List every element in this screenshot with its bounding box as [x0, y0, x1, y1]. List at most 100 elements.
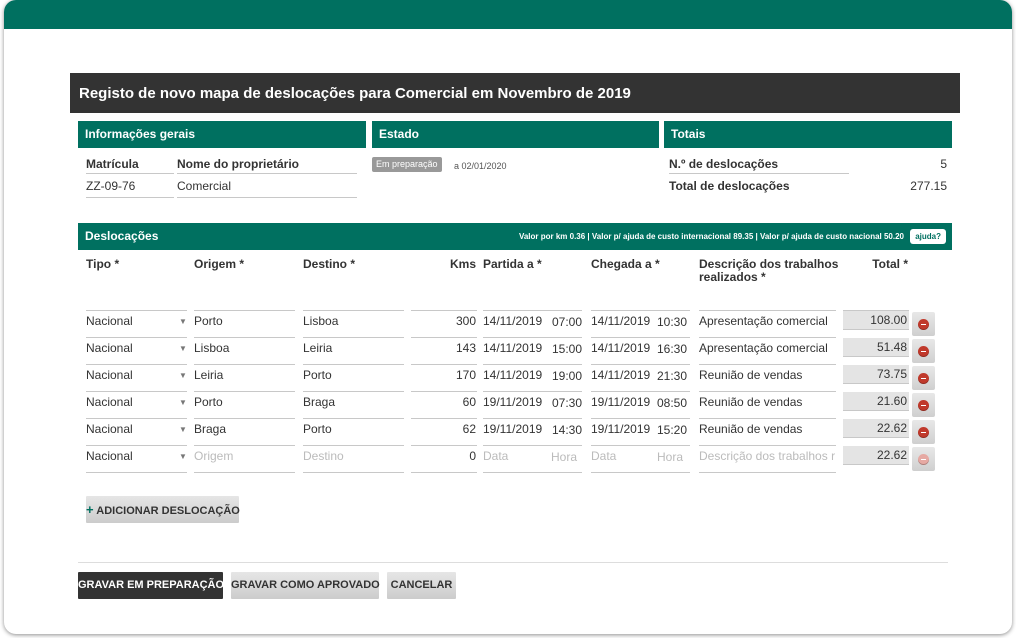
add-deslocacao-button[interactable]: + ADICIONAR DESLOCAÇÃO	[86, 496, 240, 523]
help-button[interactable]: ajuda?	[910, 229, 946, 244]
remove-circle-icon	[918, 427, 929, 438]
status-badge: Em preparação	[372, 157, 442, 172]
tipo-select[interactable]: Nacional	[86, 365, 187, 392]
matricula-value: ZZ-09-76	[86, 179, 136, 193]
deslocacoes-title: Deslocações	[85, 229, 159, 243]
destino-input[interactable]: Braga	[303, 392, 404, 419]
caret-down-icon: ▼	[179, 452, 187, 461]
partida-time-input[interactable]: 15:00	[552, 342, 582, 356]
tipo-select[interactable]: Nacional	[86, 338, 187, 365]
col-partida: Partida a *	[483, 257, 542, 271]
divider	[86, 173, 174, 174]
destino-input[interactable]: Leiria	[303, 338, 404, 365]
col-chegada: Chegada a *	[591, 257, 660, 271]
delete-row-button[interactable]	[912, 393, 935, 417]
divider	[86, 197, 174, 198]
col-tipo: Tipo *	[86, 257, 120, 271]
descricao-input[interactable]: Apresentação comercial	[699, 338, 836, 365]
caret-down-icon: ▼	[179, 344, 187, 353]
col-origem: Origem *	[194, 257, 245, 271]
origem-input[interactable]: Porto	[194, 311, 295, 338]
caret-down-icon: ▼	[179, 317, 187, 326]
n-deslocacoes-value: 5	[940, 157, 947, 171]
tipo-select[interactable]: Nacional	[86, 446, 187, 473]
delete-row-button	[912, 447, 935, 471]
descricao-input[interactable]: Reunião de vendas	[699, 365, 836, 392]
chegada-time-input[interactable]: Hora	[657, 450, 683, 464]
chegada-time-input[interactable]: 10:30	[657, 315, 687, 329]
chegada-time-input[interactable]: 15:20	[657, 423, 687, 437]
descricao-input[interactable]: Reunião de vendas	[699, 392, 836, 419]
section-header-estado: Estado	[372, 121, 659, 148]
kms-input[interactable]: 300	[411, 311, 477, 338]
divider	[177, 197, 357, 198]
total-deslocacoes-label: Total de deslocações	[669, 179, 790, 193]
col-destino: Destino *	[303, 257, 356, 271]
chegada-time-input[interactable]: 16:30	[657, 342, 687, 356]
descricao-input[interactable]: Descrição dos trabalhos r	[699, 446, 836, 473]
tipo-select[interactable]: Nacional	[86, 311, 187, 338]
origem-input[interactable]: Braga	[194, 419, 295, 446]
destino-input[interactable]: Porto	[303, 365, 404, 392]
row-total: 73.75	[843, 365, 909, 384]
owner-label: Nome do proprietário	[177, 157, 300, 171]
destino-input[interactable]: Destino	[303, 446, 404, 473]
partida-time-input[interactable]: 07:30	[552, 396, 582, 410]
destino-input[interactable]: Porto	[303, 419, 404, 446]
owner-value: Comercial	[177, 179, 232, 193]
col-kms: Kms	[449, 257, 476, 271]
origem-input[interactable]: Porto	[194, 392, 295, 419]
section-header-totais: Totais	[664, 121, 952, 148]
remove-circle-icon	[918, 319, 929, 330]
matricula-label: Matrícula	[86, 157, 139, 171]
col-total: Total *	[872, 257, 908, 271]
add-deslocacao-label: ADICIONAR DESLOCAÇÃO	[96, 505, 240, 517]
delete-row-button[interactable]	[912, 312, 935, 336]
remove-circle-icon	[918, 346, 929, 357]
cancel-button[interactable]: CANCELAR	[387, 572, 456, 599]
remove-circle-icon	[918, 373, 929, 384]
delete-row-button[interactable]	[912, 366, 935, 390]
delete-row-button[interactable]	[912, 339, 935, 363]
rates-info: Valor por km 0.36 | Valor p/ ajuda de cu…	[518, 232, 904, 241]
tipo-select[interactable]: Nacional	[86, 419, 187, 446]
delete-row-button[interactable]	[912, 420, 935, 444]
row-total: 22.62	[843, 419, 909, 438]
app-window: Registo de novo mapa de deslocações para…	[4, 0, 1012, 634]
destino-input[interactable]: Lisboa	[303, 311, 404, 338]
plus-icon: +	[86, 502, 94, 517]
caret-down-icon: ▼	[179, 371, 187, 380]
deslocacoes-header: Deslocações Valor por km 0.36 | Valor p/…	[78, 223, 952, 250]
remove-circle-icon	[918, 454, 929, 465]
partida-time-input[interactable]: 07:00	[552, 315, 582, 329]
descricao-input[interactable]: Apresentação comercial	[699, 311, 836, 338]
origem-input[interactable]: Origem	[194, 446, 295, 473]
tipo-select[interactable]: Nacional	[86, 392, 187, 419]
divider	[78, 562, 948, 563]
partida-time-input[interactable]: 14:30	[552, 423, 582, 437]
partida-time-input[interactable]: Hora	[551, 450, 577, 464]
section-header-info: Informações gerais	[78, 121, 366, 148]
save-prep-button[interactable]: GRAVAR EM PREPARAÇÃO	[78, 572, 224, 599]
save-approved-button[interactable]: GRAVAR COMO APROVADO	[231, 572, 380, 599]
partida-time-input[interactable]: 19:00	[552, 369, 582, 383]
kms-input[interactable]: 143	[411, 338, 477, 365]
remove-circle-icon	[918, 400, 929, 411]
total-deslocacoes-value: 277.15	[910, 179, 947, 193]
chegada-time-input[interactable]: 08:50	[657, 396, 687, 410]
chegada-time-input[interactable]: 21:30	[657, 369, 687, 383]
descricao-input[interactable]: Reunião de vendas	[699, 419, 836, 446]
row-total: 22.62	[843, 446, 909, 465]
kms-input[interactable]: 62	[411, 419, 477, 446]
kms-input[interactable]: 0	[411, 446, 477, 473]
row-total: 108.00	[843, 311, 909, 330]
divider	[177, 173, 357, 174]
kms-input[interactable]: 60	[411, 392, 477, 419]
col-descricao: Descrição dos trabalhos realizados *	[699, 257, 839, 284]
origem-input[interactable]: Leiria	[194, 365, 295, 392]
status-date: a 02/01/2020	[454, 161, 507, 171]
caret-down-icon: ▼	[179, 425, 187, 434]
kms-input[interactable]: 170	[411, 365, 477, 392]
n-deslocacoes-label: N.º de deslocações	[669, 157, 779, 171]
origem-input[interactable]: Lisboa	[194, 338, 295, 365]
